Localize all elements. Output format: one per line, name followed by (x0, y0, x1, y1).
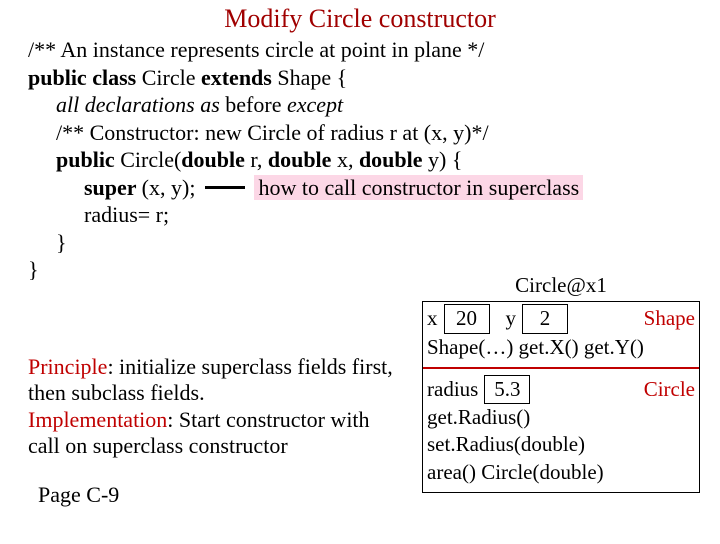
shape-methods: Shape(…) get.X() get.Y() (427, 334, 695, 361)
slide-title: Modify Circle constructor (0, 4, 720, 34)
code-line: /** Constructor: new Circle of radius r … (56, 119, 720, 147)
value-box: 20 (444, 304, 490, 333)
code-line: super (x, y); how to call constructor in… (84, 174, 720, 202)
object-diagram: Circle@x1 x 20 y 2 Shape Shape(…) get.X(… (422, 272, 700, 493)
value-box: 2 (522, 304, 568, 333)
implementation-label: Implementation (28, 407, 167, 432)
circle-method: get.Radius() (427, 404, 695, 431)
class-tag-shape: Shape (644, 305, 695, 332)
class-tag-circle: Circle (644, 376, 695, 403)
annotation: how to call constructor in superclass (254, 175, 583, 200)
shape-fields-row: x 20 y 2 Shape (427, 304, 695, 333)
explanatory-note: Principle: initialize superclass fields … (28, 354, 398, 460)
page-reference: Page C-9 (38, 482, 119, 508)
value-box: 5.3 (484, 375, 530, 404)
code-line: /** An instance represents circle at poi… (28, 36, 720, 64)
circle-fields-row: radius 5.3 Circle (427, 375, 695, 404)
code-line: } (56, 229, 720, 257)
code-block: /** An instance represents circle at poi… (28, 36, 720, 284)
object-id: Circle@x1 (422, 272, 700, 299)
code-line: public class Circle extends Shape { (28, 64, 720, 92)
circle-method: area() Circle(double) (427, 459, 695, 486)
code-line: public Circle(double r, double x, double… (56, 146, 720, 174)
arrow-icon (205, 186, 245, 189)
circle-method: set.Radius(double) (427, 431, 695, 458)
divider (423, 367, 699, 369)
principle-label: Principle (28, 354, 107, 379)
code-line: radius= r; (84, 201, 720, 229)
code-line: all declarations as before except (56, 91, 720, 119)
